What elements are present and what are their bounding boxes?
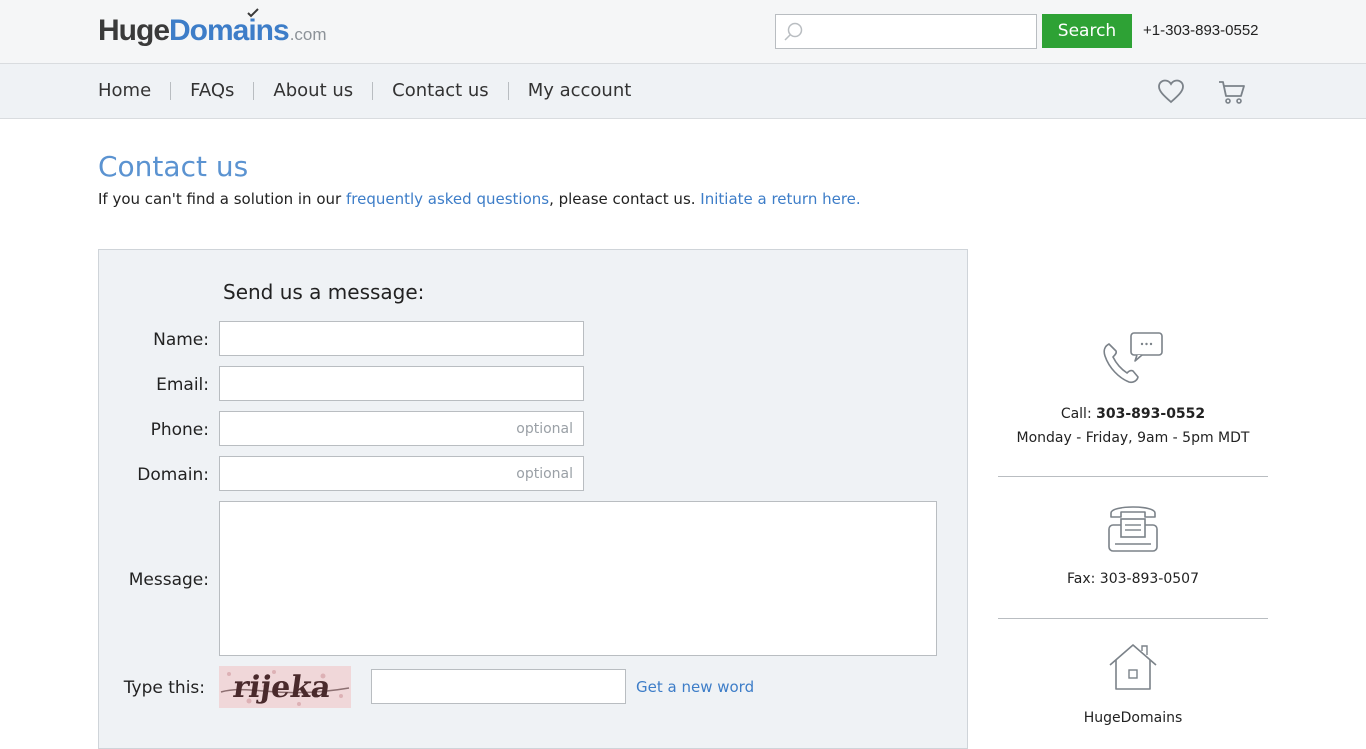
- intro-prefix: If you can't find a solution in our: [98, 190, 346, 208]
- intro-text: If you can't find a solution in our freq…: [98, 190, 861, 208]
- intro-middle: , please contact us.: [549, 190, 701, 208]
- search-input[interactable]: [808, 15, 1034, 48]
- name-field[interactable]: [219, 321, 584, 356]
- site-logo[interactable]: Huge Domains .com: [98, 8, 327, 50]
- logo-dotcom-text: .com: [289, 25, 327, 44]
- fax-icon: [1108, 506, 1158, 552]
- contact-divider: [998, 476, 1268, 477]
- captcha-image: rijeka: [219, 666, 351, 708]
- new-word-link[interactable]: Get a new word: [636, 678, 754, 696]
- captcha-input[interactable]: [371, 669, 626, 704]
- email-label: Email:: [156, 375, 209, 395]
- call-line: Call: 303-893-0552: [998, 406, 1268, 422]
- nav-item-my-account[interactable]: My account: [528, 80, 632, 101]
- contact-divider: [998, 618, 1268, 619]
- name-label: Name:: [153, 330, 209, 350]
- search-box: [775, 14, 1037, 49]
- nav-separator: [253, 81, 255, 100]
- page-title: Contact us: [98, 150, 249, 183]
- captcha-label: Type this:: [123, 678, 205, 698]
- nav-separator: [372, 81, 374, 100]
- search-icon: [784, 22, 803, 41]
- faq-link[interactable]: frequently asked questions: [346, 190, 549, 208]
- site-header: Huge Domains .com Search +1-303-893-0552: [0, 0, 1366, 64]
- phone-label: Phone:: [150, 420, 209, 440]
- call-number: 303-893-0552: [1096, 406, 1206, 422]
- nav-item-home[interactable]: Home: [98, 80, 151, 101]
- domain-label: Domain:: [137, 465, 209, 485]
- cart-icon[interactable]: [1217, 78, 1247, 106]
- nav-items: Home FAQs About us Contact us My account: [98, 80, 631, 101]
- call-prefix: Call:: [1060, 406, 1097, 422]
- phone-field[interactable]: [219, 411, 584, 446]
- company-name: HugeDomains: [1083, 710, 1183, 726]
- captcha-word: rijeka: [231, 670, 333, 705]
- return-link[interactable]: Initiate a return here.: [700, 190, 860, 208]
- search-button[interactable]: Search: [1042, 14, 1132, 48]
- contact-form-panel: Send us a message: Name: Email: Phone: D…: [98, 249, 968, 749]
- business-hours: Monday - Friday, 9am - 5pm MDT: [1016, 430, 1250, 446]
- logo-huge-text: Huge: [98, 14, 170, 47]
- form-heading: Send us a message:: [223, 280, 425, 304]
- fax-line: Fax: 303-893-0507: [1067, 571, 1199, 587]
- logo-checkmark-icon: [246, 8, 259, 18]
- nav-item-contact-us[interactable]: Contact us: [392, 80, 489, 101]
- contact-info: Call: 303-893-0552 Monday - Friday, 9am …: [998, 330, 1268, 446]
- message-label: Message:: [128, 570, 209, 590]
- nav-item-faqs[interactable]: FAQs: [190, 80, 234, 101]
- message-field[interactable]: [219, 501, 937, 656]
- nav-separator: [170, 81, 172, 100]
- nav-item-about-us[interactable]: About us: [273, 80, 353, 101]
- header-phone-number: +1-303-893-0552: [1143, 22, 1259, 39]
- house-icon: [1109, 644, 1157, 690]
- phone-chat-icon: [1103, 332, 1163, 384]
- domain-field[interactable]: [219, 456, 584, 491]
- heart-icon[interactable]: [1157, 78, 1185, 106]
- logo-domains-text: Domains: [169, 8, 290, 48]
- email-field[interactable]: [219, 366, 584, 401]
- logo-domains-word: Domains: [169, 14, 290, 47]
- nav-separator: [507, 81, 509, 100]
